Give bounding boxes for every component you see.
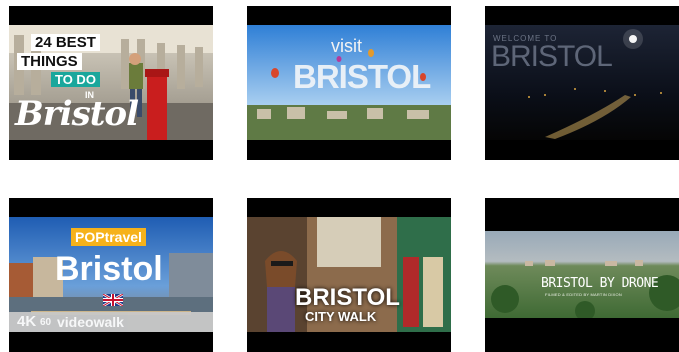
video-thumbnail-5[interactable]: BRISTOL CITY WALK — [247, 198, 451, 352]
thumbnail-title-small: visit — [331, 36, 362, 56]
thumbnail-image — [485, 231, 679, 318]
quality-bar: 4K 60 videowalk — [9, 312, 213, 332]
aerial-landscape — [485, 231, 679, 318]
video-type-label: videowalk — [57, 314, 124, 330]
brand-badge: POPtravel — [71, 228, 146, 246]
thumbnail-title: Bristol — [55, 250, 163, 288]
thumbnail-title: BRISTOL — [295, 284, 400, 311]
uk-flag-icon — [102, 292, 124, 308]
quality-label: 4K — [17, 313, 37, 330]
thumbnail-script-title: Bristol — [15, 94, 139, 134]
video-thumbnail-4[interactable]: POPtravel Bristol 4K 60 videowalk — [9, 198, 213, 352]
thumbnail-title-line2: THINGS — [17, 53, 82, 70]
video-thumbnail-1[interactable]: 24 BEST THINGS TO DO IN Bristol — [9, 6, 213, 160]
video-thumbnail-3[interactable]: WELCOME TO BRISTOL — [485, 6, 679, 160]
thumbnail-title-line1: 24 BEST — [31, 34, 100, 51]
thumbnail-title: BRISTOL — [293, 58, 431, 95]
thumbnail-title-highlight: TO DO — [51, 72, 100, 87]
thumbnail-title: BRISTOL BY DRONE — [541, 276, 659, 291]
video-thumbnail-2[interactable]: visit BRISTOL — [247, 6, 451, 160]
thumbnail-title: BRISTOL — [491, 40, 613, 73]
thumbnail-credit: FILMED & EDITED BY MARTIN DIXON — [545, 292, 622, 297]
thumbnail-subtitle: CITY WALK — [305, 309, 377, 324]
video-thumbnail-6[interactable]: BRISTOL BY DRONE FILMED & EDITED BY MART… — [485, 198, 679, 352]
fps-label: 60 — [40, 317, 52, 328]
